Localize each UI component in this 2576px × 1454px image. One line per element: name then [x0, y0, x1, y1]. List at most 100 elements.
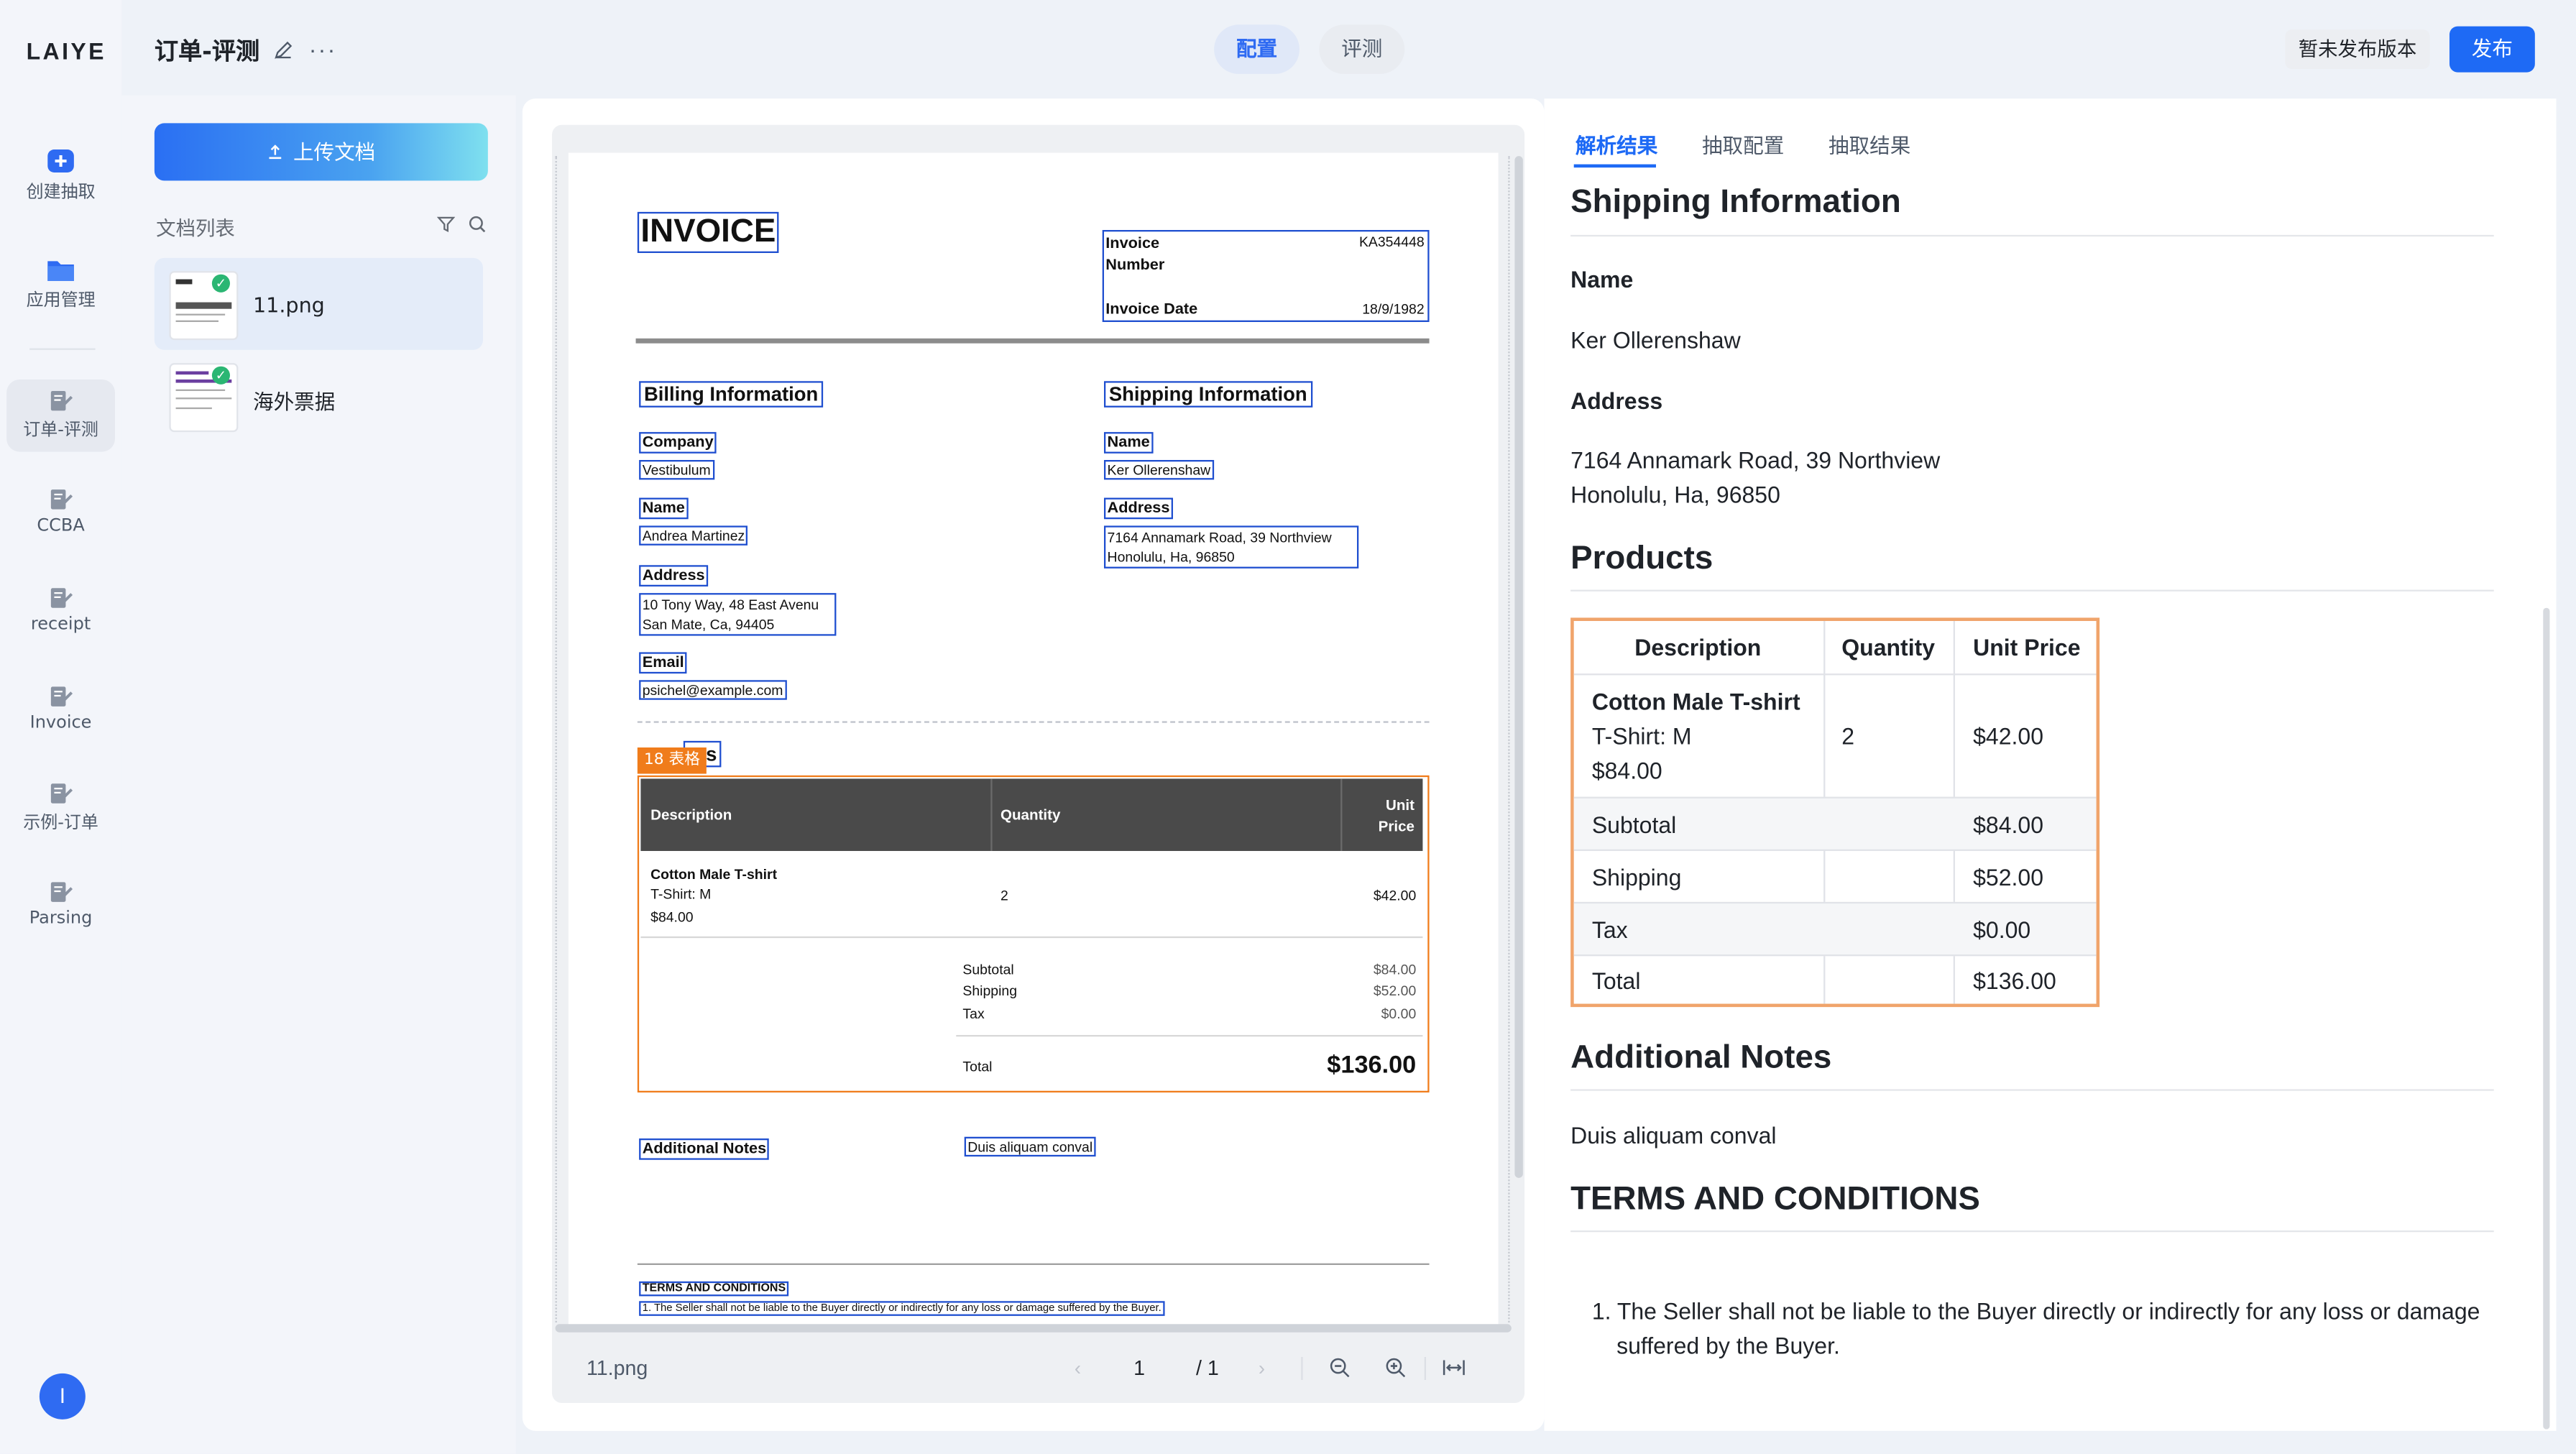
- cell-label: Tax: [1591, 916, 1628, 943]
- zoom-in-icon[interactable]: [1385, 1357, 1407, 1379]
- current-page-input[interactable]: 1: [1133, 1357, 1145, 1380]
- section-divider: [637, 721, 1430, 723]
- tab-evaluate[interactable]: 评测: [1319, 24, 1405, 74]
- nav-item-invoice[interactable]: Invoice: [6, 675, 115, 747]
- more-icon[interactable]: ···: [309, 36, 337, 63]
- search-icon[interactable]: [468, 215, 486, 233]
- nav-item-app-management[interactable]: 应用管理: [6, 247, 115, 319]
- col-quantity: Quantity: [1000, 806, 1061, 824]
- shipping-name-value[interactable]: Ker Ollerenshaw: [1103, 459, 1214, 480]
- create-extract-icon: [47, 149, 74, 172]
- laiye-logo[interactable]: LAIYE: [27, 38, 106, 65]
- notes-value: Duis aliquam conval: [1570, 1122, 1777, 1149]
- invoice-meta-box[interactable]: Invoice Number KA354448 Invoice Date 18/…: [1102, 229, 1430, 322]
- nav-item-receipt[interactable]: receipt: [6, 576, 115, 649]
- previous-page-icon[interactable]: ‹: [1075, 1357, 1081, 1380]
- products-result-table[interactable]: Description Quantity Unit Price Cotton M…: [1570, 617, 2100, 1008]
- nav-item-order-eval[interactable]: 订单-评测: [6, 379, 115, 452]
- document-edit-icon: [50, 489, 73, 510]
- billing-address-line2: San Mate, Ca, 94405: [642, 616, 775, 632]
- billing-title[interactable]: Billing Information: [639, 381, 824, 408]
- version-status-badge[interactable]: 暂未发布版本: [2285, 29, 2430, 69]
- publish-button[interactable]: 发布: [2449, 26, 2535, 73]
- active-tab-indicator: [1573, 164, 1656, 168]
- table-row: Tax $0.00: [1573, 901, 2097, 957]
- item-line2: T-Shirt: M: [1591, 722, 1692, 750]
- document-edit-icon: [50, 882, 73, 902]
- cell-value: $52.00: [1973, 864, 2044, 891]
- next-page-icon[interactable]: ›: [1259, 1357, 1265, 1380]
- nav-item-sample-order[interactable]: 示例-订单: [6, 772, 115, 845]
- table-row: Subtotal $84.00: [1573, 796, 2097, 851]
- tab-extract-config[interactable]: 抽取配置: [1702, 128, 1784, 159]
- company-value[interactable]: Vestibulum: [639, 459, 714, 480]
- item-unit-price: $42.00: [1373, 887, 1417, 904]
- user-avatar[interactable]: I: [39, 1373, 86, 1420]
- shipping-title[interactable]: Shipping Information: [1103, 381, 1312, 408]
- document-name: 海外票据: [252, 389, 336, 414]
- page-title: 订单-评测: [154, 39, 260, 66]
- address-value: 7164 Annamark Road, 39 Northview Honolul…: [1570, 443, 1940, 512]
- parse-result-content: Shipping Information Name Ker Ollerensha…: [1545, 180, 2547, 1429]
- name-value: Ker Ollerenshaw: [1570, 326, 1741, 354]
- nav-item-ccba[interactable]: CCBA: [6, 478, 115, 551]
- notes-value[interactable]: Duis aliquam conval: [964, 1136, 1096, 1157]
- billing-address-label[interactable]: Address: [639, 565, 709, 586]
- billing-name-value[interactable]: Andrea Martinez: [639, 525, 748, 546]
- result-scrollbar[interactable]: [2543, 607, 2550, 1430]
- toolbar-divider: [1301, 1356, 1303, 1380]
- shipping-label: Shipping: [962, 982, 1018, 999]
- shipping-name-label[interactable]: Name: [1103, 432, 1154, 454]
- cell-unit-price: $42.00: [1973, 722, 2044, 750]
- billing-address-line1: 10 Tony Way, 48 East Avenu: [642, 596, 819, 613]
- item-line3: $84.00: [1591, 757, 1662, 784]
- notes-label[interactable]: Additional Notes: [639, 1138, 770, 1160]
- tab-parse-result[interactable]: 解析结果: [1576, 128, 1657, 159]
- total-pages: / 1: [1195, 1356, 1219, 1380]
- nav-item-parsing[interactable]: Parsing: [6, 870, 115, 943]
- email-value[interactable]: psichel@example.com: [639, 680, 787, 700]
- page-guide-left: [555, 156, 559, 1322]
- nav-item-label: CCBA: [37, 515, 85, 536]
- shipping-address-value[interactable]: 7164 Annamark Road, 39 Northview Honolul…: [1103, 525, 1359, 569]
- vertical-scrollbar[interactable]: [1514, 156, 1523, 1178]
- billing-name-label[interactable]: Name: [639, 497, 689, 520]
- terms-divider: [637, 1263, 1430, 1265]
- shipping-heading: Shipping Information: [1570, 183, 1901, 221]
- success-check-icon: ✓: [211, 366, 230, 385]
- header-divider: [635, 338, 1430, 344]
- col-description: Description: [650, 806, 732, 824]
- fit-width-icon[interactable]: [1443, 1357, 1466, 1379]
- notes-heading: Additional Notes: [1570, 1039, 1832, 1077]
- edit-icon[interactable]: [272, 40, 294, 61]
- col-price: Price: [1378, 818, 1414, 835]
- document-item-overseas-bills[interactable]: ✓ 海外票据: [155, 350, 483, 442]
- shipping-address-label[interactable]: Address: [1103, 497, 1174, 520]
- filter-icon[interactable]: [436, 215, 456, 233]
- terms-item-1[interactable]: 1. The Seller shall not be liable to the…: [639, 1301, 1165, 1316]
- nav-item-label: 示例-订单: [23, 813, 98, 833]
- invoice-title[interactable]: INVOICE: [637, 211, 779, 253]
- cell-value: $0.00: [1973, 916, 2031, 943]
- zoom-out-icon[interactable]: [1329, 1357, 1351, 1379]
- nav-item-create-extract[interactable]: 创建抽取: [6, 138, 115, 211]
- tab-config[interactable]: 配置: [1214, 24, 1300, 74]
- item-total: $84.00: [650, 908, 694, 925]
- terms-title[interactable]: TERMS AND CONDITIONS: [639, 1281, 789, 1297]
- row-divider: [640, 936, 1423, 939]
- heading-divider: [1570, 1089, 2494, 1091]
- table-tag[interactable]: 18 表格: [637, 747, 707, 774]
- document-item-11png[interactable]: ✓ 11.png: [154, 257, 483, 350]
- cell-quantity: 2: [1841, 722, 1855, 750]
- upload-document-button[interactable]: 上传文档: [154, 123, 488, 181]
- company-label[interactable]: Company: [639, 432, 717, 454]
- products-heading: Products: [1570, 540, 1714, 577]
- horizontal-scrollbar[interactable]: [555, 1324, 1512, 1333]
- tab-extract-result[interactable]: 抽取结果: [1828, 128, 1910, 159]
- shipping-address-line2: Honolulu, Ha, 96850: [1107, 548, 1235, 566]
- nav-item-label: Parsing: [29, 908, 93, 929]
- invoice-number-label: Invoice Number: [1105, 234, 1165, 275]
- email-label[interactable]: Email: [639, 652, 688, 674]
- billing-address-value[interactable]: 10 Tony Way, 48 East Avenu San Mate, Ca,…: [639, 593, 837, 636]
- invoice-date-label: Invoice Date: [1105, 300, 1198, 319]
